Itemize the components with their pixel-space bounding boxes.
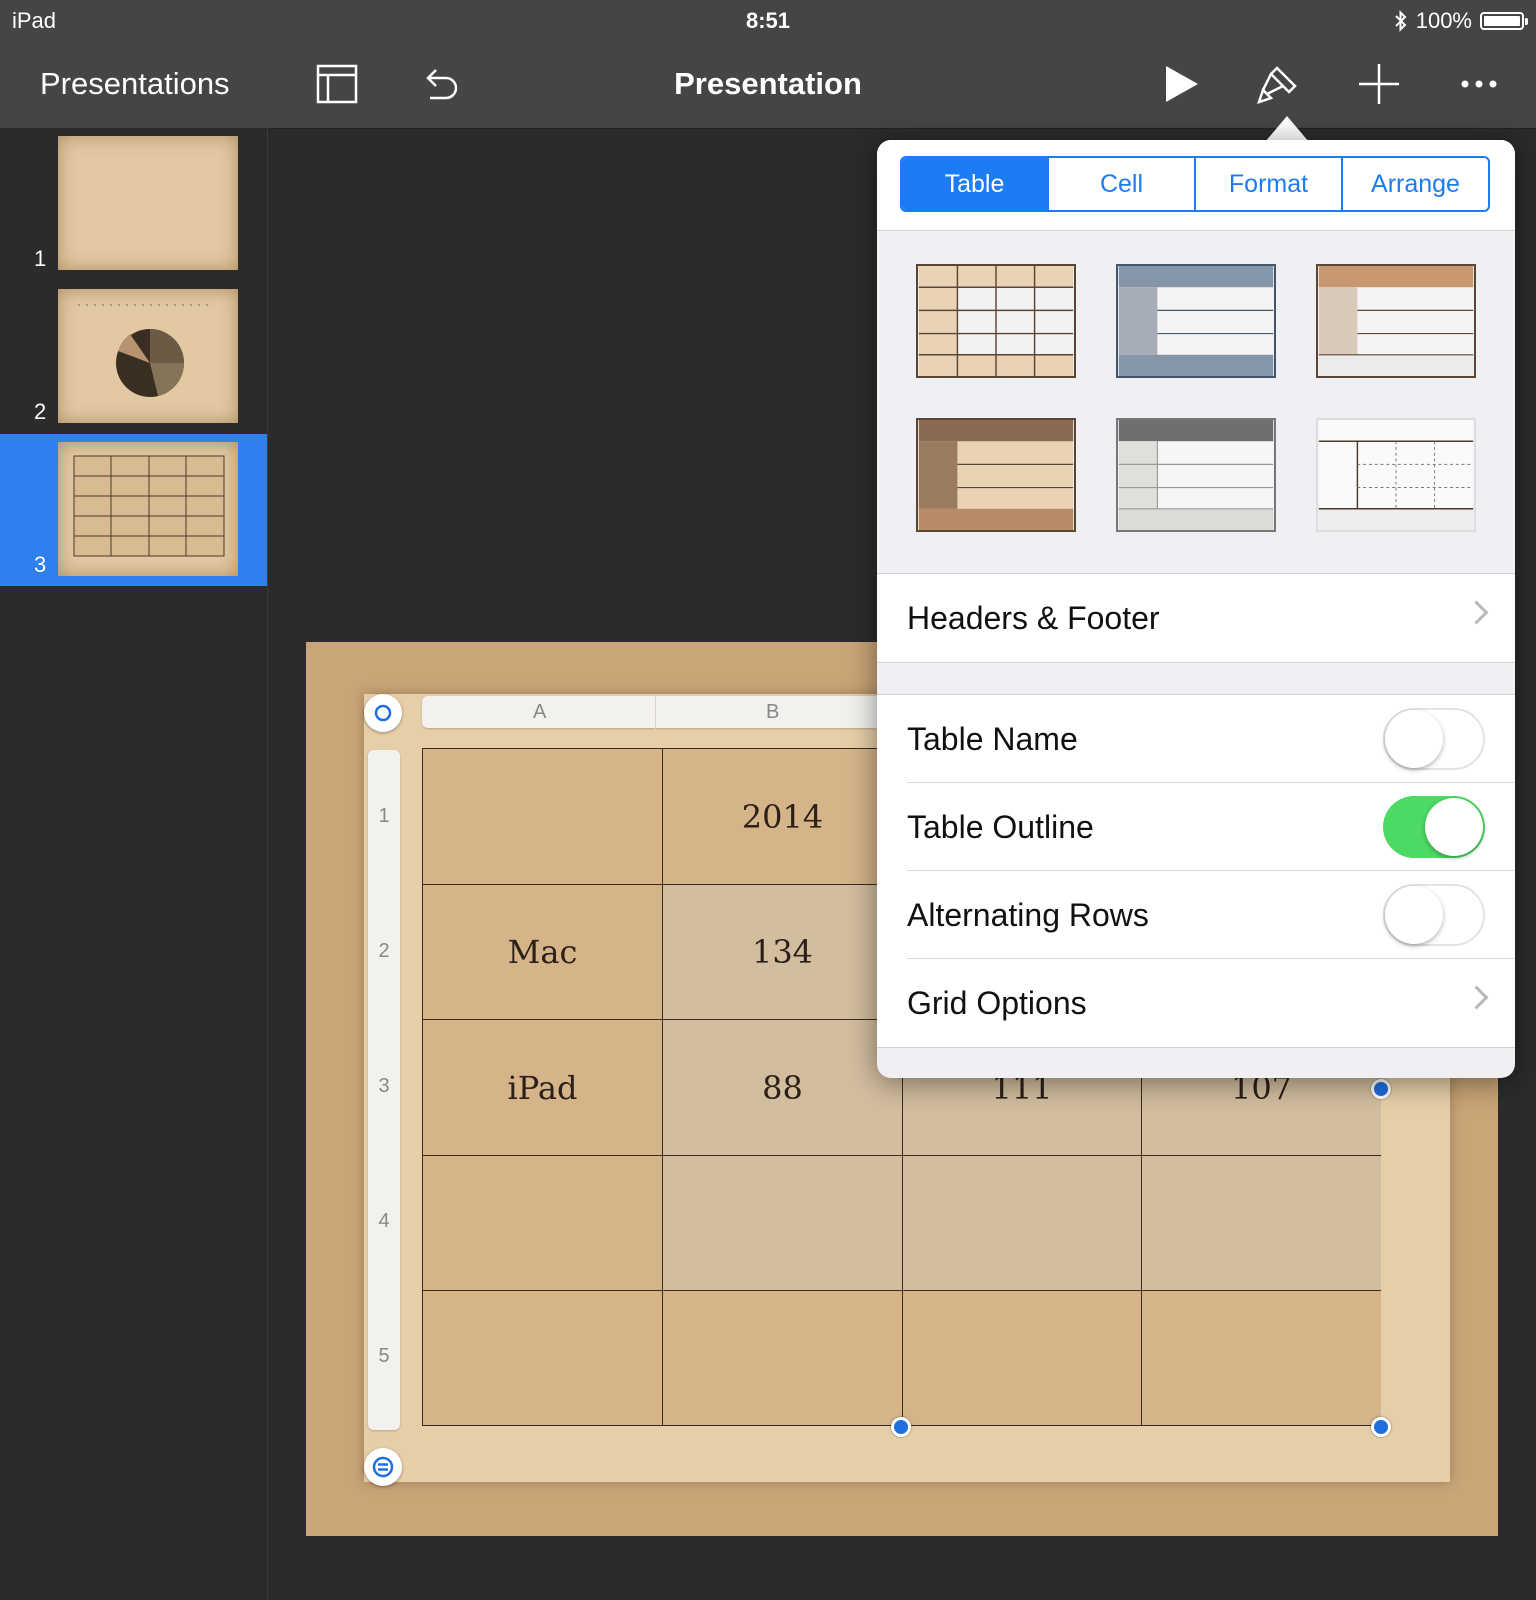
- undo-icon[interactable]: [416, 60, 464, 108]
- table-options-button[interactable]: [364, 1448, 402, 1486]
- pie-chart-preview: [78, 304, 208, 397]
- table-cell[interactable]: 134: [663, 885, 903, 1020]
- slide-thumbnail-3[interactable]: 3: [0, 434, 267, 586]
- paintbrush-format-icon[interactable]: [1255, 60, 1303, 108]
- slide-number: 2: [34, 399, 47, 424]
- tab-table[interactable]: Table: [902, 158, 1049, 210]
- resize-handle-right[interactable]: [1371, 1079, 1391, 1099]
- row-header-bar[interactable]: 1 2 3 4 5: [368, 750, 400, 1430]
- table-cell[interactable]: 2014: [663, 749, 903, 885]
- table-select-button[interactable]: [364, 694, 402, 732]
- row-header-4[interactable]: 4: [368, 1210, 400, 1233]
- table-style-5[interactable]: [1116, 418, 1276, 532]
- row-header-3[interactable]: 3: [368, 1075, 400, 1098]
- segmented-control: Table Cell Format Arrange: [900, 156, 1490, 212]
- table-style-1[interactable]: [916, 264, 1076, 378]
- grid-options-row[interactable]: Grid Options: [877, 959, 1515, 1047]
- row-header-2[interactable]: 2: [368, 940, 400, 963]
- table-cell[interactable]: [903, 1291, 1142, 1425]
- status-bar: iPad 8:51 100%: [0, 0, 1536, 42]
- document-title: Presentation: [674, 66, 862, 101]
- table-cell[interactable]: [663, 1156, 903, 1291]
- slide-number: 1: [34, 246, 47, 271]
- row-header-1[interactable]: 1: [368, 805, 400, 828]
- table-cell[interactable]: [423, 1156, 663, 1291]
- resize-handle-corner[interactable]: [1371, 1417, 1391, 1437]
- table-outline-label: Table Outline: [907, 809, 1094, 845]
- table-cell[interactable]: [423, 1291, 663, 1425]
- table-name-label: Table Name: [907, 721, 1078, 757]
- alternating-rows-row: Alternating Rows: [877, 871, 1515, 959]
- clock: 8:51: [745, 8, 791, 33]
- table-cell[interactable]: [1142, 1156, 1381, 1291]
- slide-navigator: 1 2 3: [0, 128, 268, 1600]
- table-cell[interactable]: iPad: [423, 1020, 663, 1156]
- add-icon[interactable]: [1355, 60, 1403, 108]
- grid-options-label: Grid Options: [907, 985, 1087, 1021]
- table-outline-row: Table Outline: [877, 783, 1515, 871]
- column-header-a[interactable]: A: [533, 701, 546, 724]
- toggle-knob: [1385, 710, 1443, 768]
- battery-percent: 100%: [1415, 8, 1472, 33]
- battery-icon: [1480, 12, 1528, 30]
- table-name-toggle[interactable]: [1383, 708, 1485, 770]
- slide-thumbnail-2[interactable]: 2: [0, 281, 267, 433]
- equals-icon: [372, 1456, 394, 1478]
- table-cell[interactable]: [423, 749, 663, 885]
- table-style-4[interactable]: [916, 418, 1076, 532]
- tab-arrange[interactable]: Arrange: [1343, 158, 1488, 210]
- tab-format[interactable]: Format: [1196, 158, 1343, 210]
- slide-preview: [58, 442, 238, 576]
- table-cell[interactable]: [903, 1156, 1142, 1291]
- table-style-2[interactable]: [1116, 264, 1276, 378]
- table-name-row: Table Name: [877, 695, 1515, 783]
- format-popover: Table Cell Format Arrange Headers & Foot…: [877, 140, 1515, 1078]
- toggle-knob: [1385, 886, 1443, 944]
- alternating-rows-toggle[interactable]: [1383, 884, 1485, 946]
- tab-bar: Table Cell Format Arrange: [877, 140, 1515, 231]
- table-style-3[interactable]: [1316, 264, 1476, 378]
- popover-arrow: [1265, 116, 1309, 142]
- table-cell[interactable]: [1142, 1291, 1381, 1425]
- headers-footer-section: Headers & Footer: [877, 573, 1515, 663]
- tab-cell[interactable]: Cell: [1049, 158, 1196, 210]
- slide-preview: [58, 136, 238, 270]
- chevron-right-icon: [1464, 600, 1489, 625]
- slide-number: 3: [34, 552, 47, 577]
- slide-thumbnail-1[interactable]: 1: [0, 128, 267, 280]
- table-options-section: Table Name Table Outline Alternating Row…: [877, 694, 1515, 1048]
- table-cell[interactable]: [663, 1291, 903, 1425]
- headers-footer-label: Headers & Footer: [907, 600, 1160, 636]
- table-preview: [73, 455, 225, 557]
- table-outline-toggle[interactable]: [1383, 796, 1485, 858]
- alternating-rows-label: Alternating Rows: [907, 897, 1149, 933]
- row-header-5[interactable]: 5: [368, 1345, 400, 1368]
- circle-icon: [374, 704, 392, 722]
- headers-footer-row[interactable]: Headers & Footer: [877, 574, 1515, 662]
- presentations-back-button[interactable]: Presentations: [40, 66, 230, 102]
- column-divider: [655, 694, 656, 730]
- chevron-right-icon: [1464, 985, 1489, 1010]
- column-header-b[interactable]: B: [766, 701, 779, 724]
- table-style-6[interactable]: [1316, 418, 1476, 532]
- more-icon[interactable]: [1455, 60, 1503, 108]
- slide-navigator-icon[interactable]: [313, 60, 361, 108]
- table-cell[interactable]: Mac: [423, 885, 663, 1020]
- slide-preview: [58, 289, 238, 423]
- play-icon[interactable]: [1157, 60, 1205, 108]
- status-right: 100%: [1394, 8, 1528, 34]
- table-cell[interactable]: 88: [663, 1020, 903, 1156]
- bluetooth-icon: [1395, 10, 1407, 32]
- toggle-knob: [1425, 798, 1483, 856]
- resize-handle-bottom[interactable]: [891, 1417, 911, 1437]
